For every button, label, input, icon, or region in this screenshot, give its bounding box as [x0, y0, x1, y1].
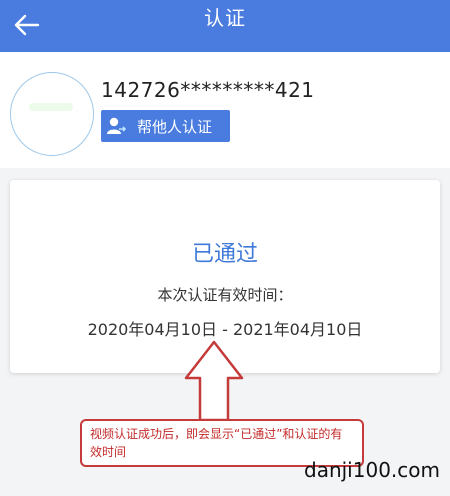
watermark: danji100.com	[304, 458, 440, 482]
